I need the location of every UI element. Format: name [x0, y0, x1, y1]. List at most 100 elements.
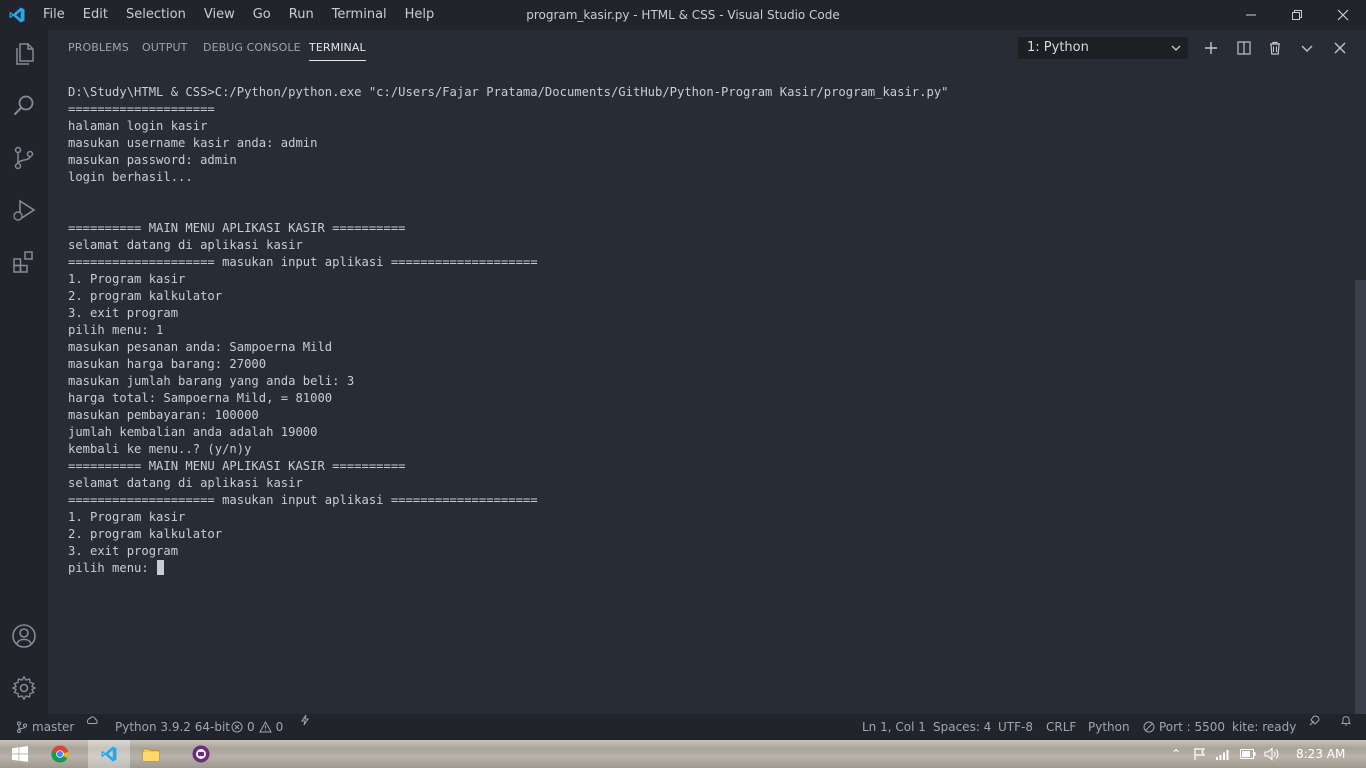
search-icon: [13, 95, 34, 116]
terminal-line: ========== MAIN MENU APLIKASI KASIR ====…: [68, 459, 406, 473]
tab-problems[interactable]: PROBLEMS: [68, 41, 129, 54]
sync-item[interactable]: [85, 714, 99, 726]
eol-item[interactable]: CRLF: [1046, 714, 1076, 740]
cursor-position-label: Ln 1, Col 1: [862, 720, 926, 734]
live-server-label: Port : 5500: [1159, 720, 1225, 734]
terminal-cursor: [157, 560, 165, 575]
terminal-line: pilih menu: 1: [68, 323, 164, 337]
terminal-line: ========== MAIN MENU APLIKASI KASIR ====…: [68, 221, 406, 235]
start-button[interactable]: [0, 740, 40, 768]
terminal-line: 1. Program kasir: [68, 510, 186, 524]
lightning-item[interactable]: [300, 714, 310, 726]
menu-go[interactable]: Go: [244, 0, 280, 30]
extensions-button[interactable]: [0, 238, 48, 286]
terminal-output[interactable]: D:\Study\HTML & CSS>C:/Python/python.exe…: [68, 84, 1348, 577]
minimize-button[interactable]: [1228, 0, 1274, 30]
error-icon: [231, 721, 243, 733]
terminal-line: masukan pembayaran: 100000: [68, 408, 259, 422]
terminal-line: login berhasil...: [68, 170, 193, 184]
explorer-button[interactable]: [0, 30, 48, 78]
taskbar-app[interactable]: [182, 740, 220, 768]
tab-output[interactable]: OUTPUT: [142, 41, 187, 54]
menu-selection[interactable]: Selection: [117, 0, 195, 30]
restore-button[interactable]: [1274, 0, 1320, 30]
kill-terminal-button[interactable]: [1264, 37, 1286, 59]
battery-icon[interactable]: [1240, 746, 1256, 762]
action-center-flag-icon[interactable]: [1192, 746, 1208, 762]
terminal-line: 3. exit program: [68, 306, 179, 320]
git-branch-label: master: [32, 720, 75, 734]
terminal-line: masukan jumlah barang yang anda beli: 3: [68, 374, 355, 388]
indentation-label: Spaces: 4: [933, 720, 992, 734]
split-terminal-button[interactable]: [1233, 37, 1255, 59]
accounts-button[interactable]: [0, 612, 48, 660]
extensions-icon: [13, 251, 33, 273]
menu-help[interactable]: Help: [396, 0, 444, 30]
plus-icon: [1205, 42, 1217, 54]
status-bar: master Python 3.9.2 64-bit 0 0 Ln 1, Col…: [0, 714, 1366, 740]
manage-gear-icon: [11, 675, 37, 701]
show-hidden-icons-button[interactable]: ⌃: [1168, 746, 1184, 762]
window-controls: [1228, 0, 1366, 30]
terminal-line: kembali ke menu..? (y/n)y: [68, 442, 252, 456]
menu-view[interactable]: View: [195, 0, 244, 30]
terminal-selector[interactable]: 1: Python: [1018, 37, 1188, 59]
close-window-button[interactable]: [1320, 0, 1366, 30]
volume-icon[interactable]: [1264, 746, 1280, 762]
terminal-prompt-line[interactable]: pilih menu:: [68, 560, 1348, 577]
encoding-item[interactable]: UTF-8: [998, 714, 1033, 740]
terminal-scrollbar[interactable]: [1355, 280, 1366, 714]
tab-debug-console[interactable]: DEBUG CONSOLE: [203, 41, 301, 54]
live-server-item[interactable]: Port : 5500: [1143, 714, 1225, 740]
feedback-icon: [1309, 715, 1320, 726]
python-interpreter-item[interactable]: Python 3.9.2 64-bit: [115, 714, 230, 740]
chevron-up-icon: ⌃: [1170, 747, 1182, 761]
run-debug-button[interactable]: [0, 186, 48, 234]
taskbar-clock[interactable]: 8:23 AM: [1296, 740, 1345, 768]
windows-taskbar: ⌃ 8:23 AM: [0, 740, 1366, 768]
feedback-item[interactable]: [1308, 714, 1321, 727]
problems-item[interactable]: 0 0: [231, 714, 283, 740]
git-branch-item[interactable]: master: [16, 714, 74, 740]
notifications-item[interactable]: [1340, 714, 1352, 727]
new-terminal-button[interactable]: [1200, 37, 1222, 59]
menu-bar: File Edit Selection View Go Run Terminal…: [34, 0, 443, 30]
search-button[interactable]: [0, 82, 48, 130]
kite-status-item[interactable]: kite: ready: [1232, 714, 1296, 740]
taskbar-vscode[interactable]: [88, 740, 130, 768]
terminal-line: ==================== masukan input aplik…: [68, 255, 538, 269]
cursor-position-item[interactable]: Ln 1, Col 1: [862, 714, 926, 740]
close-panel-button[interactable]: [1329, 37, 1351, 59]
python-interpreter-label: Python 3.9.2 64-bit: [115, 720, 231, 734]
network-icon[interactable]: [1215, 746, 1231, 762]
terminal-line: ==================== masukan input aplik…: [68, 493, 538, 507]
tab-terminal[interactable]: TERMINAL: [309, 41, 366, 61]
terminal-line: selamat datang di aplikasi kasir: [68, 476, 303, 490]
source-control-button[interactable]: [0, 134, 48, 182]
terminal-line: selamat datang di aplikasi kasir: [68, 238, 303, 252]
terminal-selector-value: 1: Python: [1027, 40, 1089, 55]
cloud-sync-icon: [86, 716, 98, 724]
language-mode-item[interactable]: Python: [1088, 714, 1130, 740]
run-debug-icon: [13, 199, 36, 221]
menu-terminal[interactable]: Terminal: [323, 0, 396, 30]
manage-button[interactable]: [0, 664, 48, 712]
maximize-panel-button[interactable]: [1296, 37, 1318, 59]
terminal-line: masukan username kasir anda: admin: [68, 136, 318, 150]
taskbar-chrome[interactable]: [40, 740, 80, 768]
trash-icon: [1270, 41, 1280, 55]
chrome-icon: [51, 745, 69, 763]
menu-edit[interactable]: Edit: [74, 0, 117, 30]
menu-file[interactable]: File: [34, 0, 74, 30]
terminal-line: 2. program kalkulator: [68, 527, 223, 541]
terminal-prompt: pilih menu:: [68, 561, 157, 575]
chevron-down-icon: [1170, 37, 1182, 67]
minimize-icon: [1246, 14, 1256, 16]
taskbar-file-explorer[interactable]: [132, 740, 170, 768]
menu-run[interactable]: Run: [280, 0, 323, 30]
indentation-item[interactable]: Spaces: 4: [933, 714, 991, 740]
error-count: 0: [247, 720, 255, 734]
close-icon: [1334, 42, 1346, 54]
terminal-line: jumlah kembalian anda adalah 19000: [68, 425, 318, 439]
